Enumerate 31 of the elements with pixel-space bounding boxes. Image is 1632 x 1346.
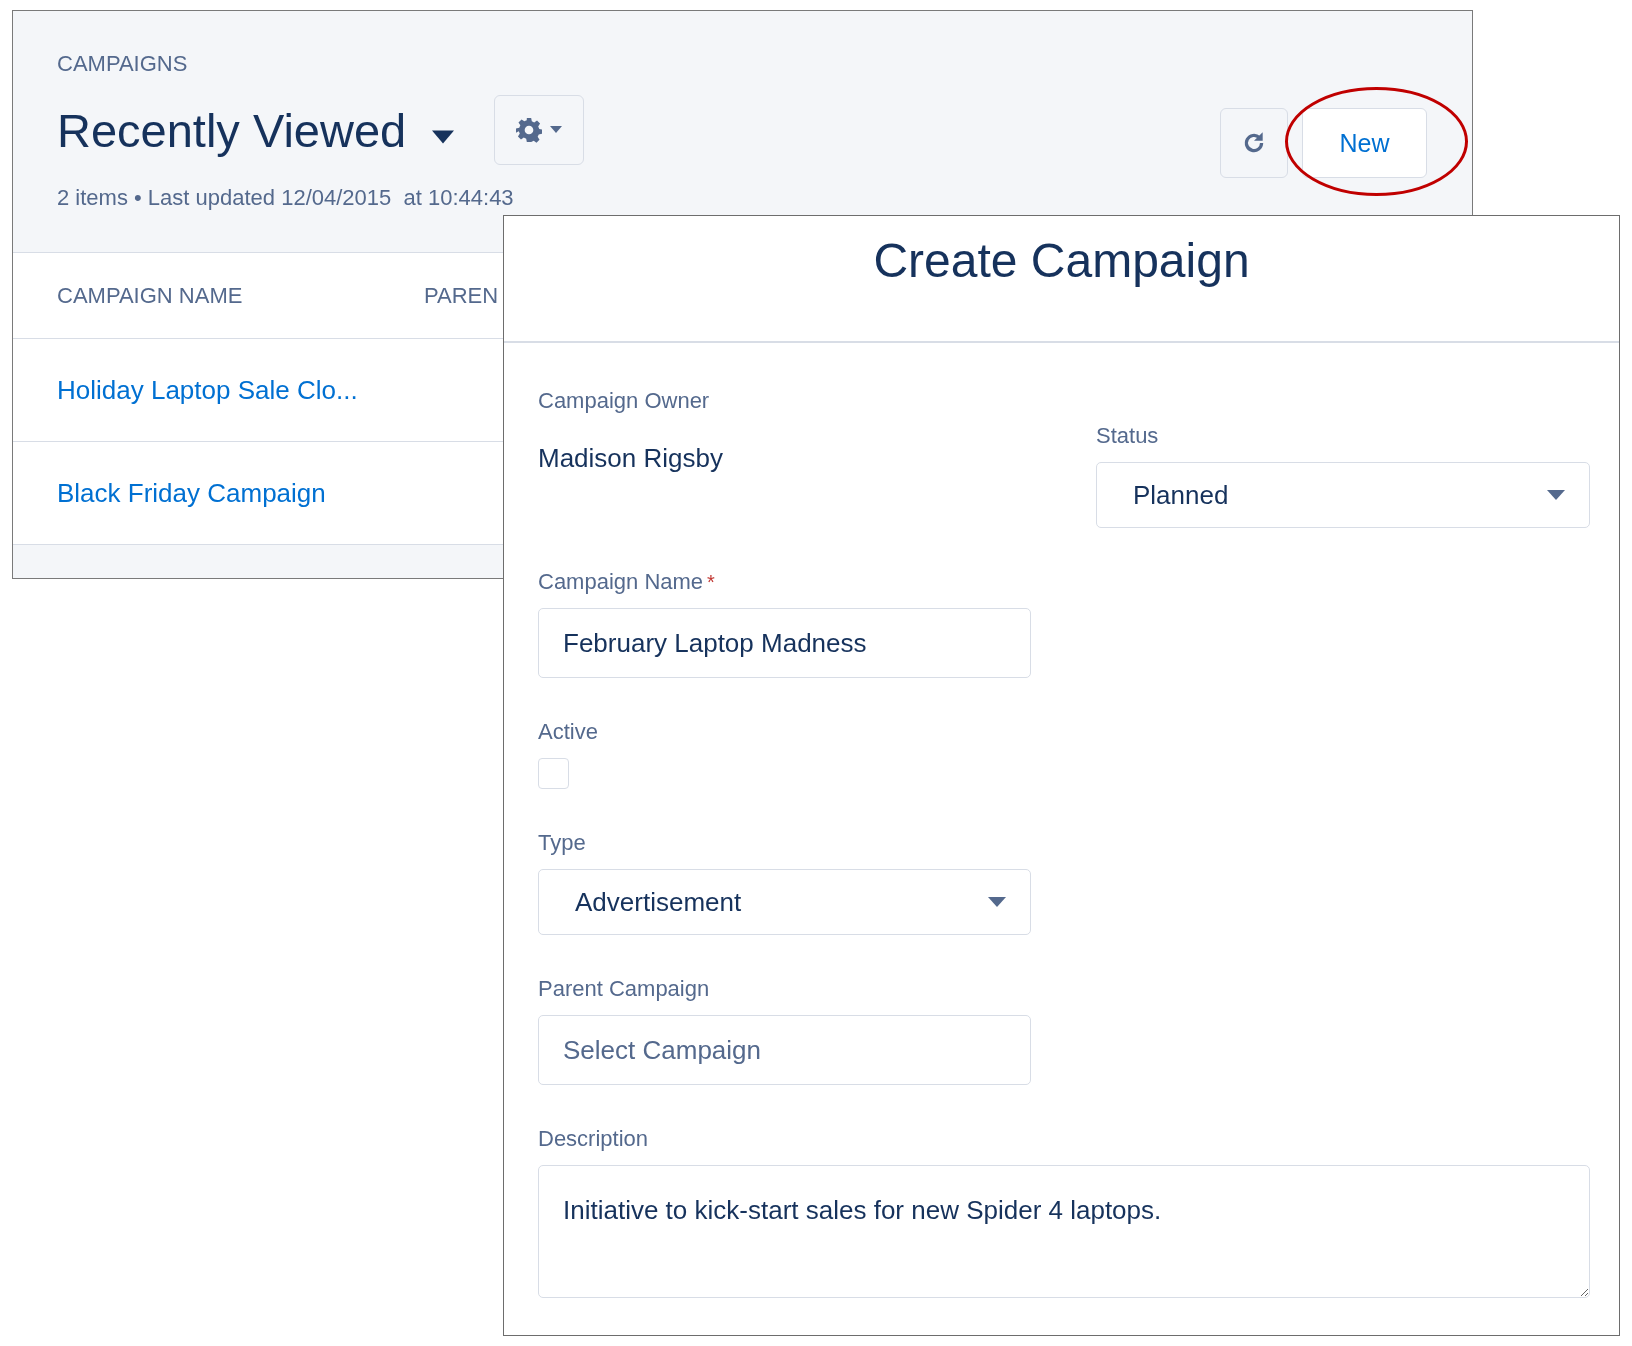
- owner-value: Madison Rigsby: [538, 443, 724, 474]
- field-label: Type: [538, 830, 586, 856]
- list-status-text: 2 items • Last updated 12/04/2015 at 10:44:43: [57, 185, 515, 211]
- field-label: Campaign Owner: [538, 388, 710, 414]
- campaign-link[interactable]: Black Friday Campaign: [57, 477, 326, 509]
- caret-icon: [1547, 489, 1565, 501]
- dialog-title: Create Campaign: [873, 233, 1250, 289]
- field-label: Parent Campaign: [538, 976, 710, 1002]
- field-label: Active: [538, 719, 598, 745]
- description-field[interactable]: Initiative to kick-start sales for new Spider 4 laptops.: [538, 1165, 1590, 1298]
- column-header: CAMPAIGN NAME: [57, 282, 244, 309]
- status-select[interactable]: Planned: [1096, 462, 1590, 528]
- caret-icon: [550, 126, 563, 134]
- view-selector[interactable]: Recently Viewed: [57, 102, 455, 158]
- name-field[interactable]: February Laptop Madness: [538, 608, 1031, 678]
- field-label: Description: [538, 1126, 649, 1152]
- settings-icon: [516, 117, 543, 143]
- type-select[interactable]: Advertisement: [538, 869, 1031, 935]
- refresh-button[interactable]: [1220, 108, 1288, 178]
- caret-icon: [988, 896, 1006, 908]
- campaign-link[interactable]: Holiday Laptop Sale Clo...: [57, 374, 358, 406]
- field-label: Status: [1096, 423, 1159, 449]
- object-label: CAMPAIGNS: [57, 51, 189, 77]
- active-checkbox[interactable]: [538, 758, 569, 789]
- settings-button[interactable]: [494, 95, 585, 165]
- column-header: PAREN: [424, 282, 499, 309]
- field-label: Campaign Name: [538, 569, 704, 595]
- new-button[interactable]: New: [1302, 108, 1427, 178]
- required-mark: *: [707, 570, 715, 594]
- caret-icon: [432, 130, 455, 144]
- lookup-field[interactable]: Select Campaign: [538, 1015, 1031, 1085]
